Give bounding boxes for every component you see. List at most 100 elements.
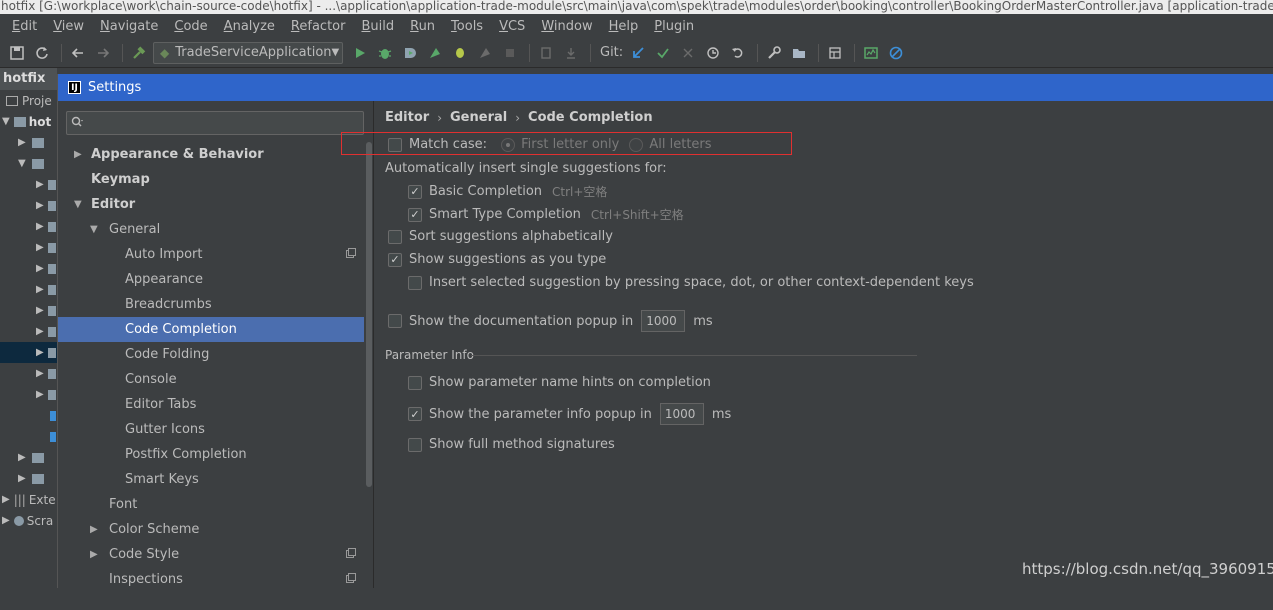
menu-edit[interactable]: Edit <box>12 19 37 34</box>
project-tab[interactable]: hotfix <box>0 68 57 90</box>
chevron-right-icon[interactable]: ▶ <box>90 524 98 535</box>
scratches-row[interactable]: ▶ Scra <box>0 510 57 531</box>
git-commit-icon[interactable] <box>652 42 674 64</box>
run-config-select[interactable]: ◆ TradeServiceApplication ▼ <box>153 41 343 64</box>
breadcrumb-editor[interactable]: Editor <box>385 110 429 125</box>
full-signatures-checkbox[interactable] <box>408 437 422 452</box>
tree-row[interactable]: ▶ <box>0 384 57 405</box>
back-arrow-icon[interactable] <box>67 42 89 64</box>
tree-row[interactable]: ▶ <box>0 132 57 153</box>
dialog-title-bar[interactable]: IJ Settings <box>58 74 1273 101</box>
external-libraries-row[interactable]: ▶ ||| Exte <box>0 489 57 510</box>
folder-icon[interactable] <box>788 42 810 64</box>
tree-root-row[interactable]: ▼ hot <box>0 111 57 132</box>
tree-item-smart-keys[interactable]: Smart Keys <box>58 467 364 492</box>
settings-search-input[interactable] <box>66 111 364 135</box>
menu-window[interactable]: Window <box>541 19 592 34</box>
tree-row[interactable]: ▶ <box>0 447 57 468</box>
menu-vcs[interactable]: VCS <box>499 19 525 34</box>
menu-build[interactable]: Build <box>361 19 394 34</box>
param-popup-delay-input[interactable]: 1000 <box>659 403 704 425</box>
show-as-type-checkbox[interactable]: ✓ <box>388 252 402 267</box>
tree-item-inspections[interactable]: Inspections <box>58 567 364 592</box>
tree-item-color-scheme[interactable]: ▶ Color Scheme <box>58 517 364 542</box>
insert-selected-checkbox[interactable] <box>408 275 422 290</box>
attach-icon[interactable] <box>474 42 496 64</box>
scrollbar-thumb[interactable] <box>366 142 372 487</box>
debug-icon[interactable] <box>374 42 396 64</box>
tree-row[interactable] <box>0 426 57 447</box>
git-update-icon[interactable] <box>627 42 649 64</box>
menu-plugin[interactable]: Plugin <box>654 19 694 34</box>
tree-item-appearance[interactable]: Appearance <box>58 267 364 292</box>
database-icon[interactable] <box>824 42 846 64</box>
tree-item-appearance-behavior[interactable]: ▶ Appearance & Behavior <box>58 142 364 167</box>
menu-refactor[interactable]: Refactor <box>291 19 346 34</box>
tree-row[interactable]: ▶ <box>0 279 57 300</box>
chevron-down-icon[interactable]: ▼ <box>90 224 98 235</box>
stop-icon[interactable] <box>499 42 521 64</box>
tree-item-auto-import[interactable]: Auto Import <box>58 242 364 267</box>
tree-row[interactable]: ▼ <box>0 153 57 174</box>
git-rollback-icon[interactable] <box>727 42 749 64</box>
menu-run[interactable]: Run <box>410 19 435 34</box>
tree-item-console[interactable]: Console <box>58 367 364 392</box>
download-icon[interactable] <box>560 42 582 64</box>
tree-item-editor-tabs[interactable]: Editor Tabs <box>58 392 364 417</box>
sort-alpha-checkbox[interactable] <box>388 229 402 244</box>
tree-row[interactable]: ▶ <box>0 174 57 195</box>
menu-help[interactable]: Help <box>609 19 639 34</box>
jrebel-icon[interactable] <box>449 42 471 64</box>
tree-item-code-completion[interactable]: Code Completion <box>58 317 364 342</box>
tree-item-breadcrumbs[interactable]: Breadcrumbs <box>58 292 364 317</box>
tree-item-font[interactable]: Font <box>58 492 364 517</box>
breadcrumb-general[interactable]: General <box>450 110 507 125</box>
tree-item-code-folding[interactable]: Code Folding <box>58 342 364 367</box>
chevron-down-icon[interactable]: ▼ <box>74 199 82 210</box>
save-icon[interactable] <box>6 42 28 64</box>
doc-popup-delay-input[interactable]: 1000 <box>641 310 686 332</box>
git-history-icon[interactable] <box>702 42 724 64</box>
menu-navigate[interactable]: Navigate <box>100 19 158 34</box>
block-icon[interactable] <box>885 42 907 64</box>
sync-icon[interactable] <box>31 42 53 64</box>
wrench-icon[interactable] <box>763 42 785 64</box>
menu-tools[interactable]: Tools <box>451 19 483 34</box>
monitor-icon[interactable] <box>860 42 882 64</box>
tree-row[interactable]: ▶ <box>0 321 57 342</box>
menu-view[interactable]: View <box>53 19 84 34</box>
run-icon[interactable] <box>349 42 371 64</box>
project-structure-icon[interactable] <box>535 42 557 64</box>
forward-arrow-icon[interactable] <box>92 42 114 64</box>
doc-popup-checkbox[interactable] <box>388 314 402 328</box>
tree-item-postfix-completion[interactable]: Postfix Completion <box>58 442 364 467</box>
tree-item-code-style[interactable]: ▶ Code Style <box>58 542 364 567</box>
basic-completion-checkbox[interactable]: ✓ <box>408 184 422 199</box>
tree-row[interactable]: ▶ <box>0 195 57 216</box>
chevron-right-icon[interactable]: ▶ <box>74 149 82 160</box>
tree-row[interactable]: ▶ <box>0 237 57 258</box>
tree-item-keymap[interactable]: Keymap <box>58 167 364 192</box>
tree-row-selected[interactable]: ▶ <box>0 342 57 363</box>
param-popup-checkbox[interactable]: ✓ <box>408 407 422 421</box>
menu-code[interactable]: Code <box>174 19 207 34</box>
tree-row[interactable]: ▶ <box>0 468 57 489</box>
tree-row[interactable]: ▶ <box>0 216 57 237</box>
tree-row[interactable] <box>0 405 57 426</box>
tree-item-gutter-icons[interactable]: Gutter Icons <box>58 417 364 442</box>
tree-item-editor[interactable]: ▼ Editor <box>58 192 364 217</box>
tree-row[interactable]: ▶ <box>0 363 57 384</box>
tree-item-general[interactable]: ▼ General <box>58 217 364 242</box>
chevron-right-icon[interactable]: ▶ <box>90 549 98 560</box>
tree-row[interactable]: ▶ <box>0 258 57 279</box>
menu-analyze[interactable]: Analyze <box>224 19 275 34</box>
build-hammer-icon[interactable] <box>128 42 150 64</box>
tree-root-label: hot <box>28 114 52 129</box>
tree-scrollbar[interactable] <box>365 142 373 597</box>
smart-type-checkbox[interactable]: ✓ <box>408 207 422 222</box>
tree-row[interactable]: ▶ <box>0 300 57 321</box>
param-hints-checkbox[interactable] <box>408 375 422 390</box>
git-compare-icon[interactable] <box>677 42 699 64</box>
profile-icon[interactable] <box>424 42 446 64</box>
coverage-icon[interactable] <box>399 42 421 64</box>
